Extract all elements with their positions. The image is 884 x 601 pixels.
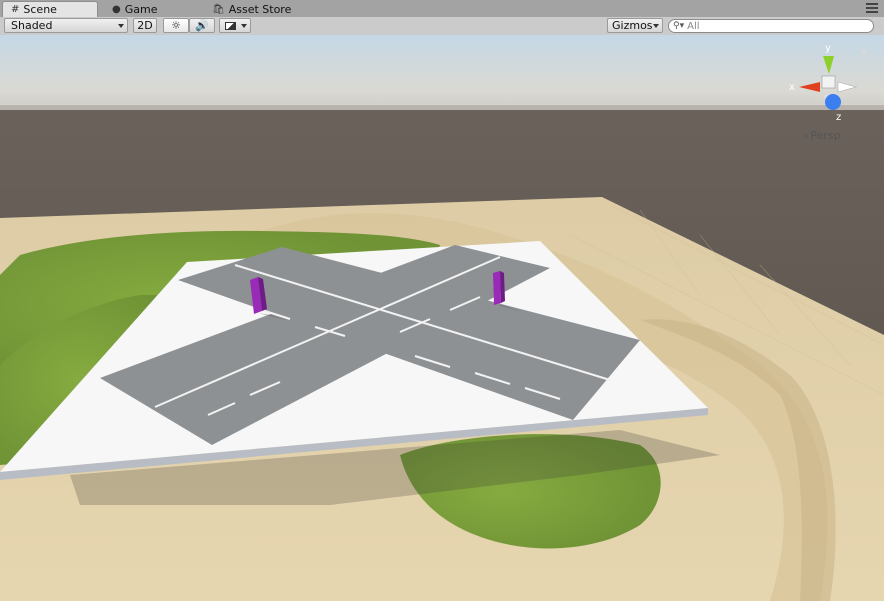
shopping-bag-icon: 🛍 [212, 3, 225, 15]
image-icon [225, 21, 236, 30]
editor-tab-bar: # Scene ● Game 🛍 Asset Store [0, 0, 884, 18]
gizmos-label: Gizmos [612, 19, 653, 32]
projection-toggle[interactable]: ‹ Persp [804, 129, 841, 142]
hierarchy-search-input[interactable]: ⚲▾ All [668, 19, 874, 33]
scene-toolbar: Shaded 2D ☼ 🔊 Gizmos ⚲▾ All [0, 17, 884, 36]
search-icon: ⚲▾ [673, 21, 685, 31]
sky [0, 35, 884, 110]
grid-icon: # [11, 4, 20, 15]
sun-icon: ☼ [171, 19, 181, 32]
gizmo-z-axis[interactable] [825, 94, 841, 110]
gizmo-x-label: x [789, 82, 795, 93]
tab-scene[interactable]: # Scene [2, 1, 98, 17]
chevron-down-icon [653, 24, 659, 28]
gizmos-dropdown[interactable]: Gizmos [607, 18, 663, 33]
gizmo-z-label: z [836, 112, 841, 123]
lighting-toggle[interactable]: ☼ [163, 18, 189, 33]
tab-game-label: Game [124, 2, 158, 16]
effects-dropdown[interactable] [219, 18, 251, 33]
tab-asset-store[interactable]: 🛍 Asset Store [204, 1, 324, 17]
gizmo-y-label: y [825, 43, 831, 54]
toggle-2d-label: 2D [137, 19, 153, 32]
chevron-down-icon [241, 24, 247, 28]
scene-render[interactable]: y x z [0, 35, 884, 601]
tab-game[interactable]: ● Game [104, 1, 194, 17]
audio-toggle[interactable]: 🔊 [189, 18, 215, 33]
projection-label: Persp [810, 129, 841, 142]
window-menu-icon[interactable] [866, 3, 878, 13]
chevron-left-icon: ‹ [804, 129, 809, 142]
speaker-icon: 🔊 [195, 19, 209, 32]
tab-asset-store-label: Asset Store [228, 2, 292, 16]
tab-scene-label: Scene [23, 3, 57, 16]
draw-mode-dropdown[interactable]: Shaded [4, 18, 128, 33]
chevron-down-icon [118, 24, 124, 28]
scene-viewport[interactable]: y x z ‹ Persp [0, 35, 884, 601]
search-placeholder: All [687, 20, 700, 32]
pillar-right [493, 271, 505, 305]
draw-mode-label: Shaded [11, 19, 53, 32]
toggle-2d-button[interactable]: 2D [133, 18, 157, 33]
pacman-icon: ● [112, 3, 121, 15]
